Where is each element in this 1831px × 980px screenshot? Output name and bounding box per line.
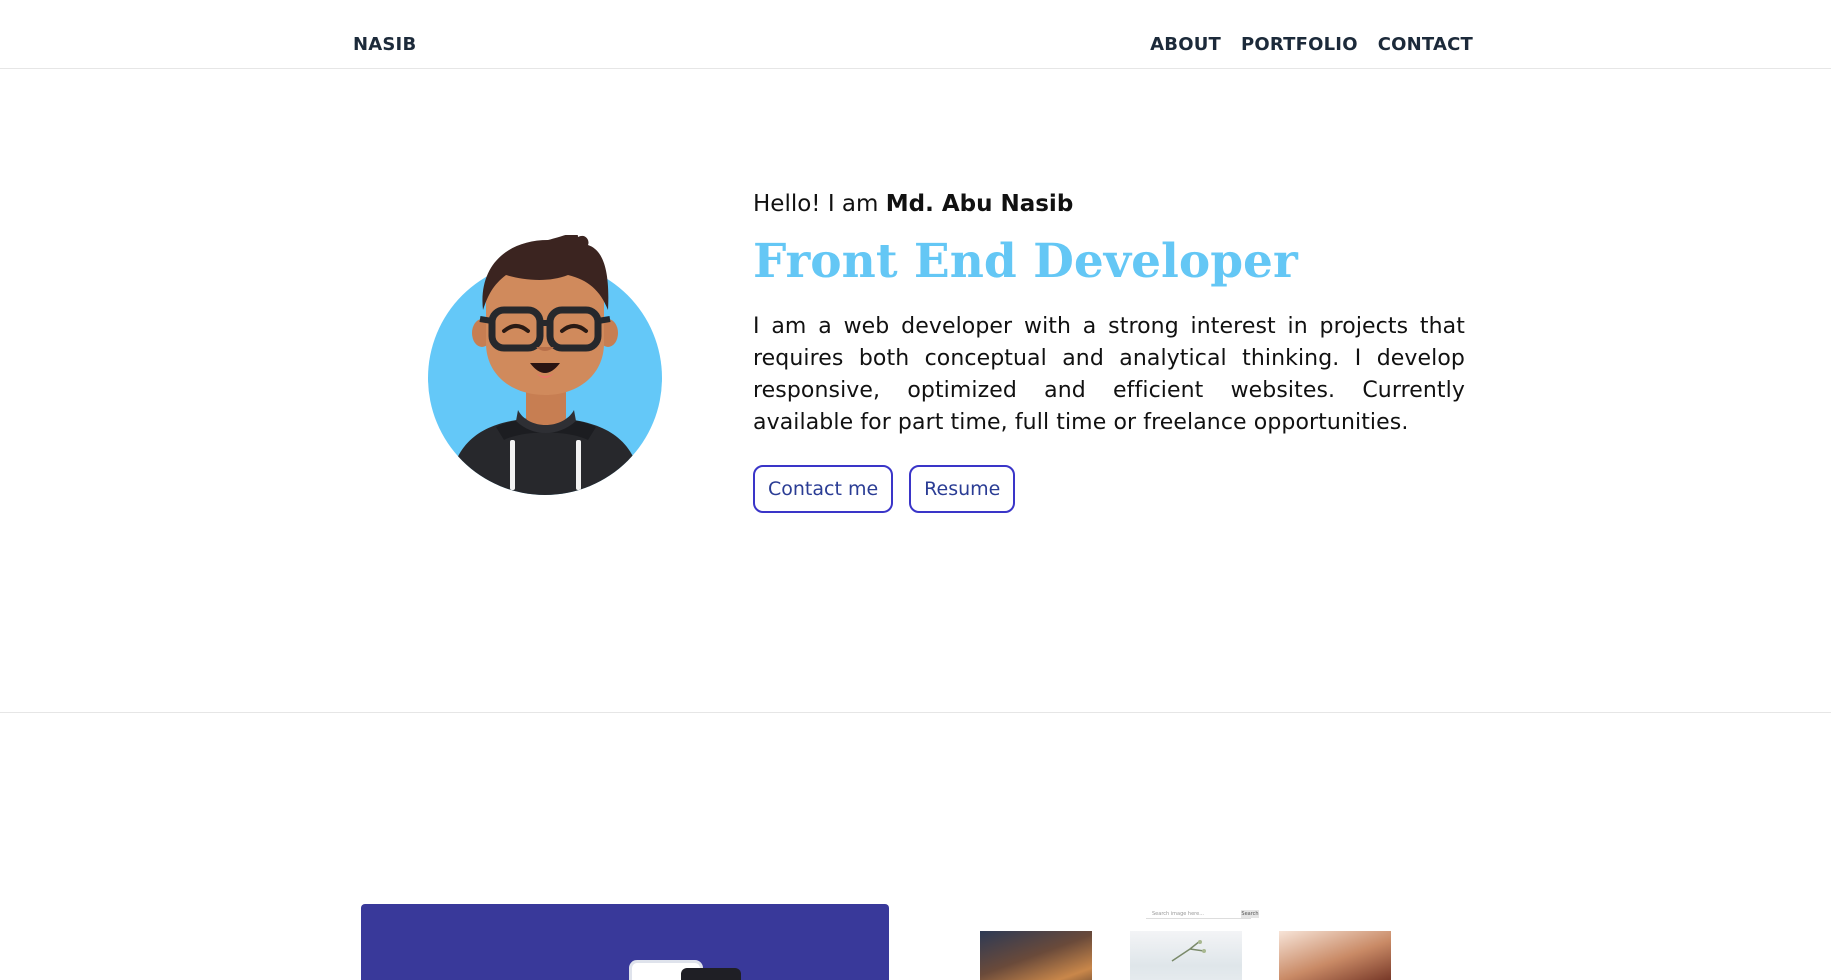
nav-link-portfolio[interactable]: PORTFOLIO — [1241, 34, 1358, 55]
branch-icon — [1171, 940, 1206, 962]
intro-block: Hello! I am Md. Abu Nasib Front End Deve… — [753, 191, 1465, 514]
gallery-search-button: Search — [1241, 910, 1259, 918]
nav-link-contact[interactable]: CONTACT — [1378, 34, 1473, 55]
nav-links: ABOUT PORTFOLIO CONTACT — [1150, 34, 1473, 55]
role-heading: Front End Developer — [753, 234, 1298, 289]
developer-name: Md. Abu Nasib — [885, 191, 1074, 217]
hero-section: Hello! I am Md. Abu Nasib Front End Deve… — [0, 69, 1831, 713]
portfolio-section: Search image here... Search — [0, 713, 1831, 980]
project-card-app[interactable] — [361, 904, 889, 980]
gallery-thumbnail — [980, 931, 1092, 980]
greeting-line: Hello! I am Md. Abu Nasib — [753, 191, 1465, 217]
resume-button[interactable]: Resume — [909, 465, 1016, 514]
hero-buttons: Contact me Resume — [753, 465, 1465, 514]
greeting-prefix: Hello! I am — [753, 191, 886, 217]
developer-avatar-icon — [428, 233, 663, 495]
bio-paragraph: I am a web developer with a strong inter… — [753, 314, 1465, 436]
top-navbar: NASIB ABOUT PORTFOLIO CONTACT — [0, 0, 1831, 69]
brand-logo-link[interactable]: NASIB — [353, 34, 416, 55]
gallery-search-input: Search image here... — [1146, 909, 1251, 919]
phone-mockup-dark — [681, 968, 741, 980]
contact-me-button[interactable]: Contact me — [753, 465, 894, 514]
gallery-thumbnail — [1130, 931, 1242, 980]
project-card-gallery[interactable]: Search image here... Search — [976, 909, 1392, 980]
gallery-thumbnail — [1279, 931, 1391, 980]
nav-link-about[interactable]: ABOUT — [1150, 34, 1221, 55]
